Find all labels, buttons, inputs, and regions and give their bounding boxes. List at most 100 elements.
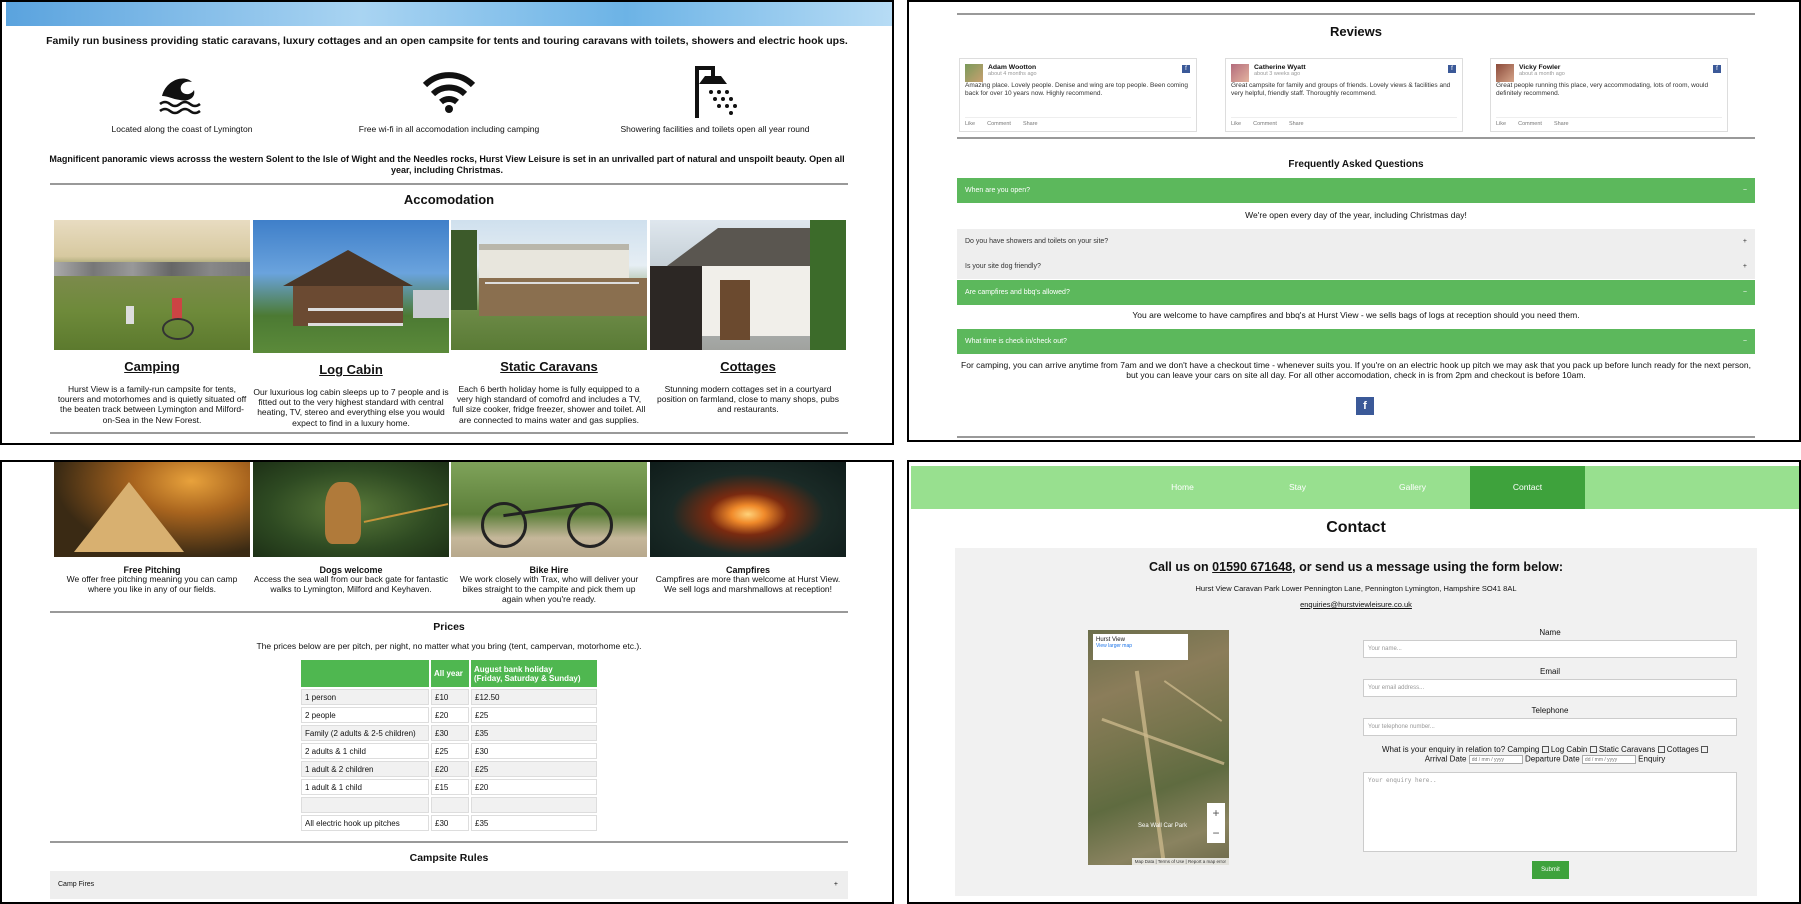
- home-intro-panel: Family run business providing static car…: [0, 0, 894, 445]
- free-pitching-card: Free Pitching We offer free pitching mea…: [54, 462, 250, 595]
- zoom-in-icon: +: [1212, 806, 1220, 820]
- table-row: All electric hook up pitches £30 £35: [301, 815, 597, 831]
- name-input[interactable]: Your name...: [1363, 640, 1737, 658]
- cottages-checkbox[interactable]: [1701, 746, 1709, 754]
- facebook-icon[interactable]: f: [1182, 65, 1190, 73]
- col-all-year: All year: [431, 660, 469, 687]
- arrival-date-input[interactable]: dd / mm / yyyy: [1468, 754, 1523, 764]
- share-button[interactable]: Share: [1289, 121, 1304, 127]
- card-cottages[interactable]: Cottages Stunning modern cottages set in…: [650, 220, 846, 415]
- comment-button[interactable]: Comment: [1518, 121, 1542, 127]
- faq-answer: For camping, you can arrive anytime from…: [961, 360, 1751, 380]
- facebook-icon[interactable]: f: [1713, 65, 1721, 73]
- nav-home[interactable]: Home: [1125, 466, 1240, 509]
- dogs-welcome-card: Dogs welcome Access the sea wall from ou…: [253, 462, 449, 595]
- view-larger-map-link[interactable]: View larger map: [1096, 643, 1185, 649]
- reviewer-name[interactable]: Adam Wootton: [965, 64, 1191, 71]
- views-paragraph: Magnificent panoramic views acrosss the …: [49, 154, 845, 175]
- card-camping[interactable]: Camping Hurst View is a family-run camps…: [54, 220, 250, 425]
- email-label: Email: [1539, 667, 1560, 676]
- nav-contact[interactable]: Contact: [1470, 466, 1585, 509]
- like-button[interactable]: Like: [1231, 121, 1241, 127]
- cottage-photo: [650, 220, 846, 350]
- departure-date-input[interactable]: dd / mm / yyyy: [1581, 754, 1636, 764]
- reviews-heading: Reviews: [1329, 24, 1383, 39]
- review-actions: Like Comment Share: [965, 117, 1191, 127]
- log-cabin-checkbox[interactable]: [1589, 746, 1597, 754]
- card-desc: Stunning modern cottages set in a courty…: [657, 384, 839, 415]
- prices-table: All year August bank holiday (Friday, Satu…: [299, 658, 599, 833]
- map-info-card: Hurst View View larger map: [1093, 634, 1188, 660]
- nav-gallery[interactable]: Gallery: [1355, 466, 1470, 509]
- map-embed[interactable]: Hurst View View larger map Sea Wall Car P…: [1088, 630, 1229, 865]
- faq-question[interactable]: What time is check in/check out? −: [957, 329, 1755, 354]
- name-label: Name: [1539, 628, 1561, 637]
- faq-question[interactable]: Do you have showers and toilets on your …: [957, 229, 1755, 254]
- review-text: Great campsite for family and groups of …: [1231, 82, 1451, 98]
- page-title: Contact: [1326, 519, 1386, 536]
- collapse-icon: −: [1742, 338, 1747, 345]
- faq-answer: We're open every day of the year, includ…: [1245, 210, 1467, 220]
- feature-coast: Located along the coast of Lymington: [62, 60, 302, 134]
- rule-accordion-item[interactable]: Camp Fires +: [50, 871, 848, 899]
- table-row: 1 adult & 2 children £20 £25: [301, 761, 597, 777]
- map-label: Sea Wall Car Park: [1138, 823, 1188, 829]
- prices-note: The prices below are per pitch, per nigh…: [256, 641, 642, 651]
- review-card: Adam Wootton about 4 months ago f Amazin…: [959, 58, 1197, 132]
- review-text: Amazing place. Lovely people. Denise and…: [965, 82, 1188, 98]
- avatar: [965, 64, 983, 82]
- feature-wifi: Free wi-fi in all accomodation including…: [329, 60, 569, 134]
- faq-answer: You are welcome to have campfires and bb…: [1132, 310, 1580, 320]
- enquiry-textarea[interactable]: Your enquiry here..: [1363, 772, 1737, 852]
- telephone-input[interactable]: Your telephone number...: [1363, 718, 1737, 736]
- dog-photo: [253, 462, 449, 557]
- feature-shower: Showering facilities and toilets open al…: [595, 60, 835, 134]
- camping-photo: [54, 220, 250, 350]
- expand-icon: +: [1742, 263, 1747, 270]
- feature-caption: Free wi-fi in all accomodation including…: [358, 124, 540, 134]
- facebook-icon[interactable]: f: [1356, 397, 1374, 415]
- table-row: 1 adult & 1 child £15 £20: [301, 779, 597, 795]
- faq-question[interactable]: When are you open? −: [957, 178, 1755, 203]
- card-title[interactable]: Camping: [54, 359, 250, 374]
- zoom-control[interactable]: + −: [1207, 803, 1225, 843]
- reviewer-name[interactable]: Vicky Fowler: [1496, 64, 1722, 71]
- like-button[interactable]: Like: [965, 121, 975, 127]
- log-cabin-photo: [253, 220, 449, 353]
- table-row: 2 adults & 1 child £25 £30: [301, 743, 597, 759]
- email-input[interactable]: Your email address...: [1363, 679, 1737, 697]
- main-nav: Home Stay Gallery Contact: [911, 466, 1799, 509]
- table-row: 1 person £10 £12.50: [301, 689, 597, 705]
- tagline: Family run business providing static car…: [46, 35, 848, 47]
- feature-caption: Located along the coast of Lymington: [111, 124, 253, 134]
- review-actions: Like Comment Share: [1231, 117, 1457, 127]
- static-caravans-checkbox[interactable]: [1657, 746, 1665, 754]
- facebook-icon[interactable]: f: [1448, 65, 1456, 73]
- nav-stay[interactable]: Stay: [1240, 466, 1355, 509]
- card-title[interactable]: Cottages: [650, 359, 846, 374]
- zoom-out-icon: −: [1212, 826, 1220, 840]
- reviewer-name[interactable]: Catherine Wyatt: [1231, 64, 1457, 71]
- submit-button[interactable]: Submit: [1532, 861, 1569, 879]
- enquiry-options: What is your enquiry in relation to? Cam…: [1335, 745, 1755, 764]
- faq-question[interactable]: Is your site dog friendly? +: [957, 254, 1755, 279]
- camping-checkbox[interactable]: [1541, 746, 1549, 754]
- like-button[interactable]: Like: [1496, 121, 1506, 127]
- comment-button[interactable]: Comment: [987, 121, 1011, 127]
- review-card: Catherine Wyatt about 3 weeks ago f Grea…: [1225, 58, 1463, 132]
- collapse-icon: −: [1742, 187, 1747, 194]
- email-link[interactable]: enquiries@hurstviewleisure.co.uk: [955, 600, 1757, 609]
- bike-hire-card: Bike Hire We work closely with Trax, who…: [451, 462, 647, 604]
- share-button[interactable]: Share: [1554, 121, 1569, 127]
- card-title[interactable]: Static Caravans: [451, 359, 647, 374]
- card-log-cabin[interactable]: Log Cabin Our luxurious log cabin sleeps…: [253, 220, 449, 428]
- comment-button[interactable]: Comment: [1253, 121, 1277, 127]
- share-button[interactable]: Share: [1023, 121, 1038, 127]
- card-desc: Access the sea wall from our back gate f…: [253, 574, 449, 594]
- card-title[interactable]: Log Cabin: [253, 362, 449, 377]
- card-static-caravans[interactable]: Static Caravans Each 6 berth holiday hom…: [451, 220, 647, 425]
- card-desc: Campfires are more than welcome at Hurst…: [655, 574, 841, 594]
- faq-question[interactable]: Are campfires and bbq's allowed? −: [957, 280, 1755, 305]
- review-card: Vicky Fowler about a month ago f Great p…: [1490, 58, 1728, 132]
- phone-link[interactable]: 01590 671648: [1212, 560, 1292, 574]
